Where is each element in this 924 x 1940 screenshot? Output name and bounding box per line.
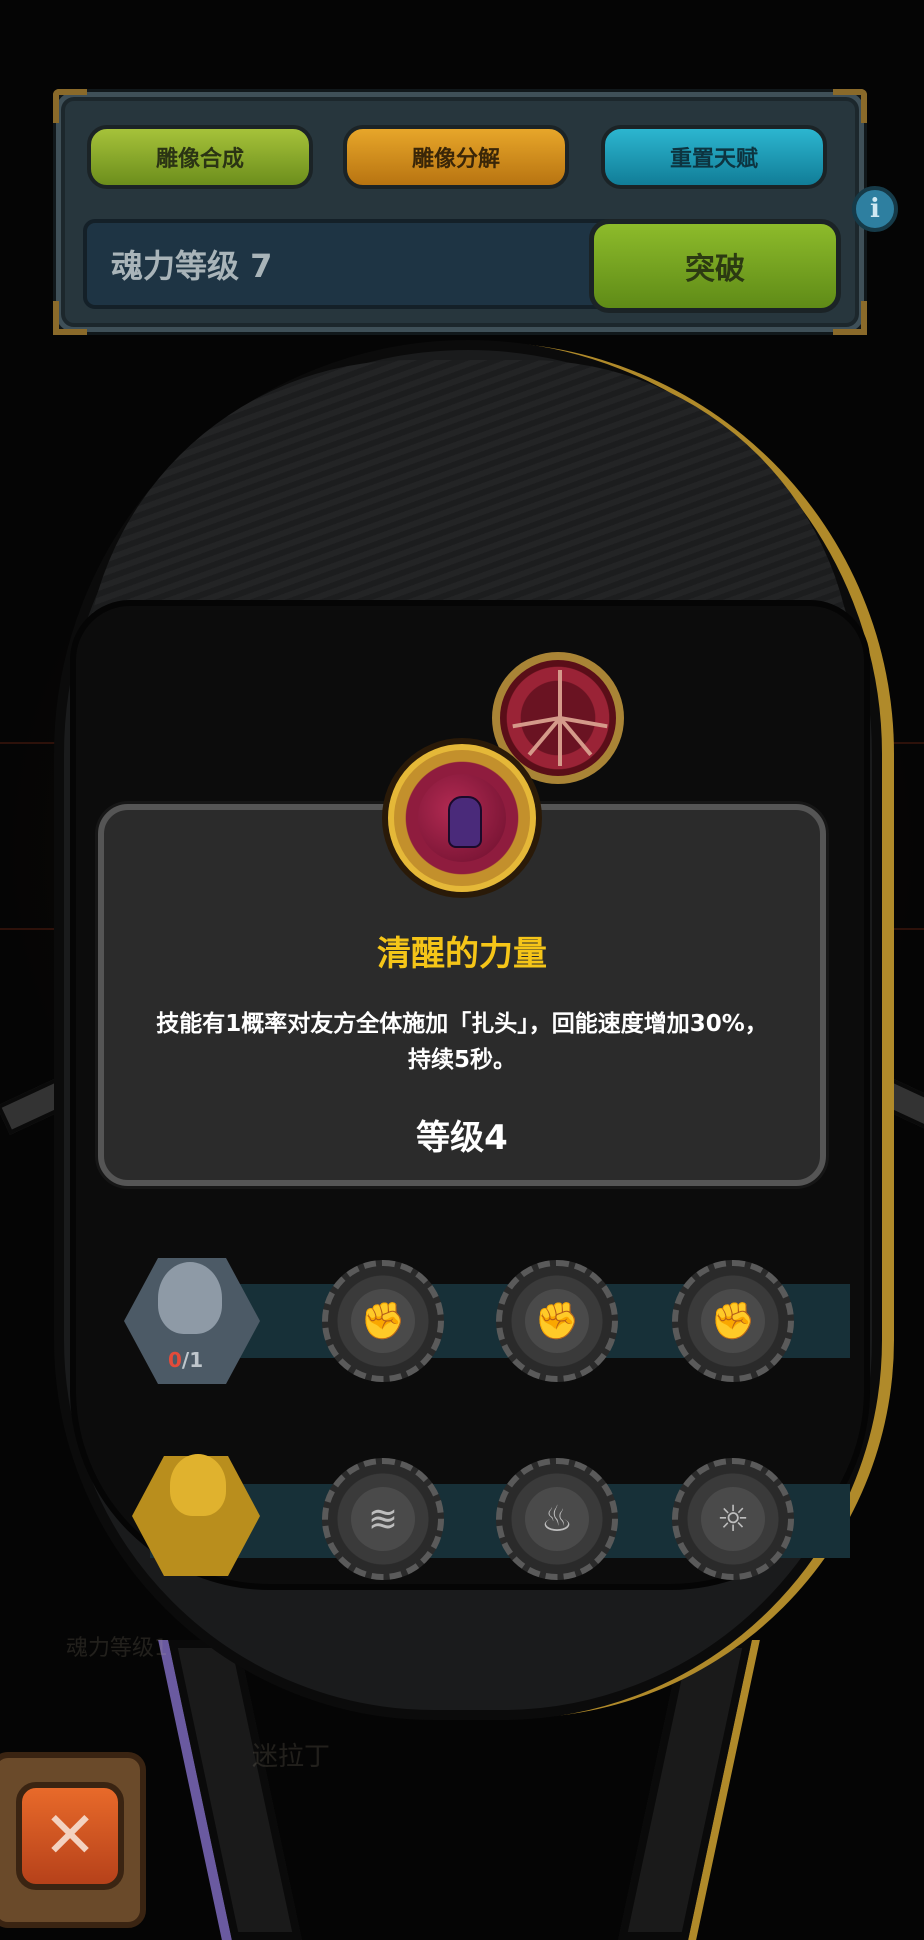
skill-cap-sun[interactable]: ☼: [672, 1458, 794, 1580]
fist-icon: ✊: [351, 1289, 415, 1353]
statue-synthesis-button[interactable]: 雕像合成: [87, 125, 313, 189]
flame-icon: ♨: [525, 1487, 589, 1551]
golden-statue-icon: [170, 1454, 226, 1516]
statue-figure-icon: [158, 1262, 222, 1334]
faded-soul-level: 魂力等级1: [66, 1636, 168, 1661]
statue-slot-count: 0/1: [168, 1348, 203, 1372]
soul-level-display: 魂力等级 7: [83, 219, 639, 309]
skill-cap-wave[interactable]: ≋: [322, 1458, 444, 1580]
skill-cap-locked[interactable]: ✊: [322, 1260, 444, 1382]
panel-corner: [833, 301, 867, 335]
top-panel: 雕像合成 雕像分解 重置天赋 魂力等级 7 突破: [53, 89, 867, 335]
breakthrough-button[interactable]: 突破: [589, 219, 841, 313]
skill-cap-locked[interactable]: ✊: [496, 1260, 618, 1382]
badge-inner: [418, 774, 506, 862]
panel-corner: [53, 89, 87, 123]
fist-icon: ✊: [525, 1289, 589, 1353]
close-button[interactable]: ✕: [16, 1782, 124, 1890]
wave-icon: ≋: [351, 1487, 415, 1551]
skill-badge-penguin-icon: [388, 744, 536, 892]
skill-cap-flame[interactable]: ♨: [496, 1458, 618, 1580]
sun-icon: ☼: [701, 1487, 765, 1551]
slot-count-current: 0: [168, 1348, 182, 1372]
reset-talent-button[interactable]: 重置天赋: [601, 125, 827, 189]
panel-corner: [833, 89, 867, 123]
skill-cap-locked[interactable]: ✊: [672, 1260, 794, 1382]
skill-title: 清醒的力量: [377, 934, 547, 974]
panel-corner: [53, 301, 87, 335]
skill-description: 技能有1概率对友方全体施加「扎头」，回能速度增加30%，持续5秒。: [156, 1011, 768, 1073]
close-icon: ✕: [43, 1799, 97, 1873]
skill-level: 等级4: [416, 1118, 508, 1158]
slot-count-total: 1: [189, 1348, 204, 1372]
info-icon[interactable]: i: [852, 186, 898, 232]
soul-level-label: 魂力等级 7: [111, 247, 273, 285]
penguin-icon: [448, 796, 482, 848]
fist-icon: ✊: [701, 1289, 765, 1353]
statue-decompose-button[interactable]: 雕像分解: [343, 125, 569, 189]
faded-name: 迷拉丁: [252, 1742, 331, 1772]
